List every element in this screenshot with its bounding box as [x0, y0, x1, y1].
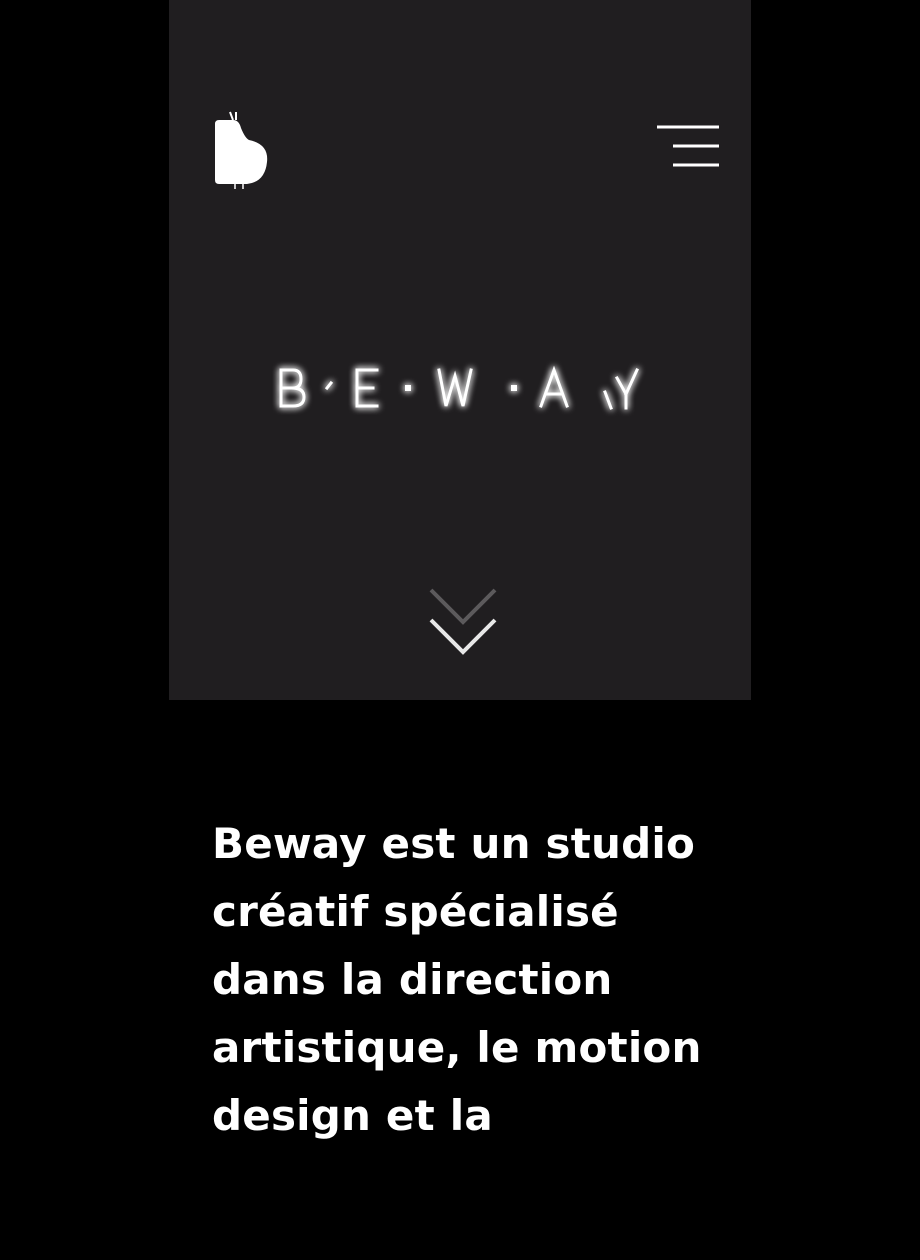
hero-section: B·E·W·A·Y	[169, 0, 751, 700]
intro-text: Beway est un studio créatif spécialisé d…	[212, 819, 702, 1140]
hamburger-menu-icon[interactable]	[655, 122, 721, 170]
wordmark-graphic	[279, 365, 639, 410]
beway-wordmark: B·E·W·A·Y	[269, 352, 659, 428]
intro-section: Beway est un studio créatif spécialisé d…	[212, 810, 732, 1196]
double-chevron-down-icon[interactable]	[425, 584, 501, 660]
beway-bird-logo-icon[interactable]	[211, 110, 271, 190]
